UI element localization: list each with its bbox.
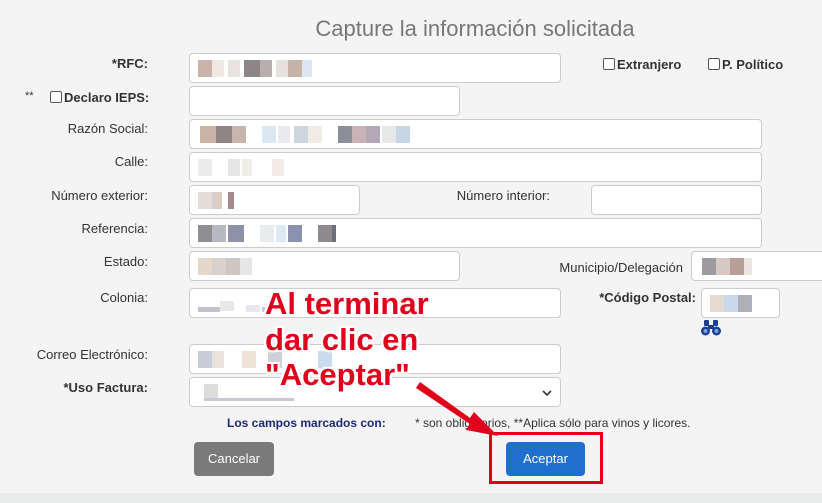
annotation-line-1: Al terminar <box>265 286 429 321</box>
chevron-down-icon <box>542 386 552 397</box>
ieps-prefix: ** <box>25 90 34 102</box>
codigo-postal-input[interactable] <box>701 288 780 318</box>
annotation-line-2: dar clic en <box>265 322 419 357</box>
ieps-checkbox-wrap[interactable]: Declaro IEPS: <box>50 90 149 105</box>
colonia-label: Colonia: <box>100 290 148 305</box>
ieps-checkbox[interactable] <box>50 91 62 103</box>
num-int-label: Número interior: <box>456 188 550 203</box>
ieps-input[interactable] <box>189 86 460 116</box>
ieps-label: Declaro IEPS: <box>64 90 150 105</box>
estado-input[interactable] <box>189 251 460 281</box>
politico-checkbox-wrap[interactable]: P. Político <box>708 57 783 72</box>
estado-label: Estado: <box>103 254 148 269</box>
politico-checkbox[interactable] <box>708 58 720 70</box>
politico-label: P. Político <box>722 57 784 72</box>
extranjero-label: Extranjero <box>617 57 682 72</box>
accept-button[interactable]: Aceptar <box>506 442 585 476</box>
calle-input[interactable] <box>189 152 762 182</box>
annotation-arrow <box>416 382 498 436</box>
rfc-label: *RFC: <box>111 56 148 71</box>
razon-social-input[interactable] <box>189 119 762 149</box>
uso-factura-label: *Uso Factura: <box>63 380 148 395</box>
required-note-label: Los campos marcados con: <box>227 416 386 430</box>
extranjero-checkbox-wrap[interactable]: Extranjero <box>603 57 681 72</box>
annotation-line-3: "Aceptar" <box>265 357 410 392</box>
cancel-button[interactable]: Cancelar <box>194 442 274 476</box>
num-int-input[interactable] <box>591 185 762 215</box>
referencia-label: Referencia: <box>81 221 148 236</box>
num-ext-input[interactable] <box>189 185 360 215</box>
codigo-postal-label: *Código Postal: <box>599 290 696 305</box>
municipio-input[interactable] <box>691 251 822 281</box>
num-ext-label: Número exterior: <box>51 188 148 203</box>
bottom-strip <box>0 493 822 503</box>
extranjero-checkbox[interactable] <box>603 58 615 70</box>
razon-social-label: Razón Social: <box>67 121 148 136</box>
page-title: Capture la información solicitada <box>315 16 635 41</box>
referencia-input[interactable] <box>189 218 762 248</box>
calle-label: Calle: <box>114 154 148 169</box>
rfc-input[interactable] <box>189 53 561 83</box>
binoculars-icon[interactable] <box>700 319 722 337</box>
correo-label: Correo Electrónico: <box>36 347 148 362</box>
municipio-label: Municipio/Delegación <box>559 260 683 275</box>
